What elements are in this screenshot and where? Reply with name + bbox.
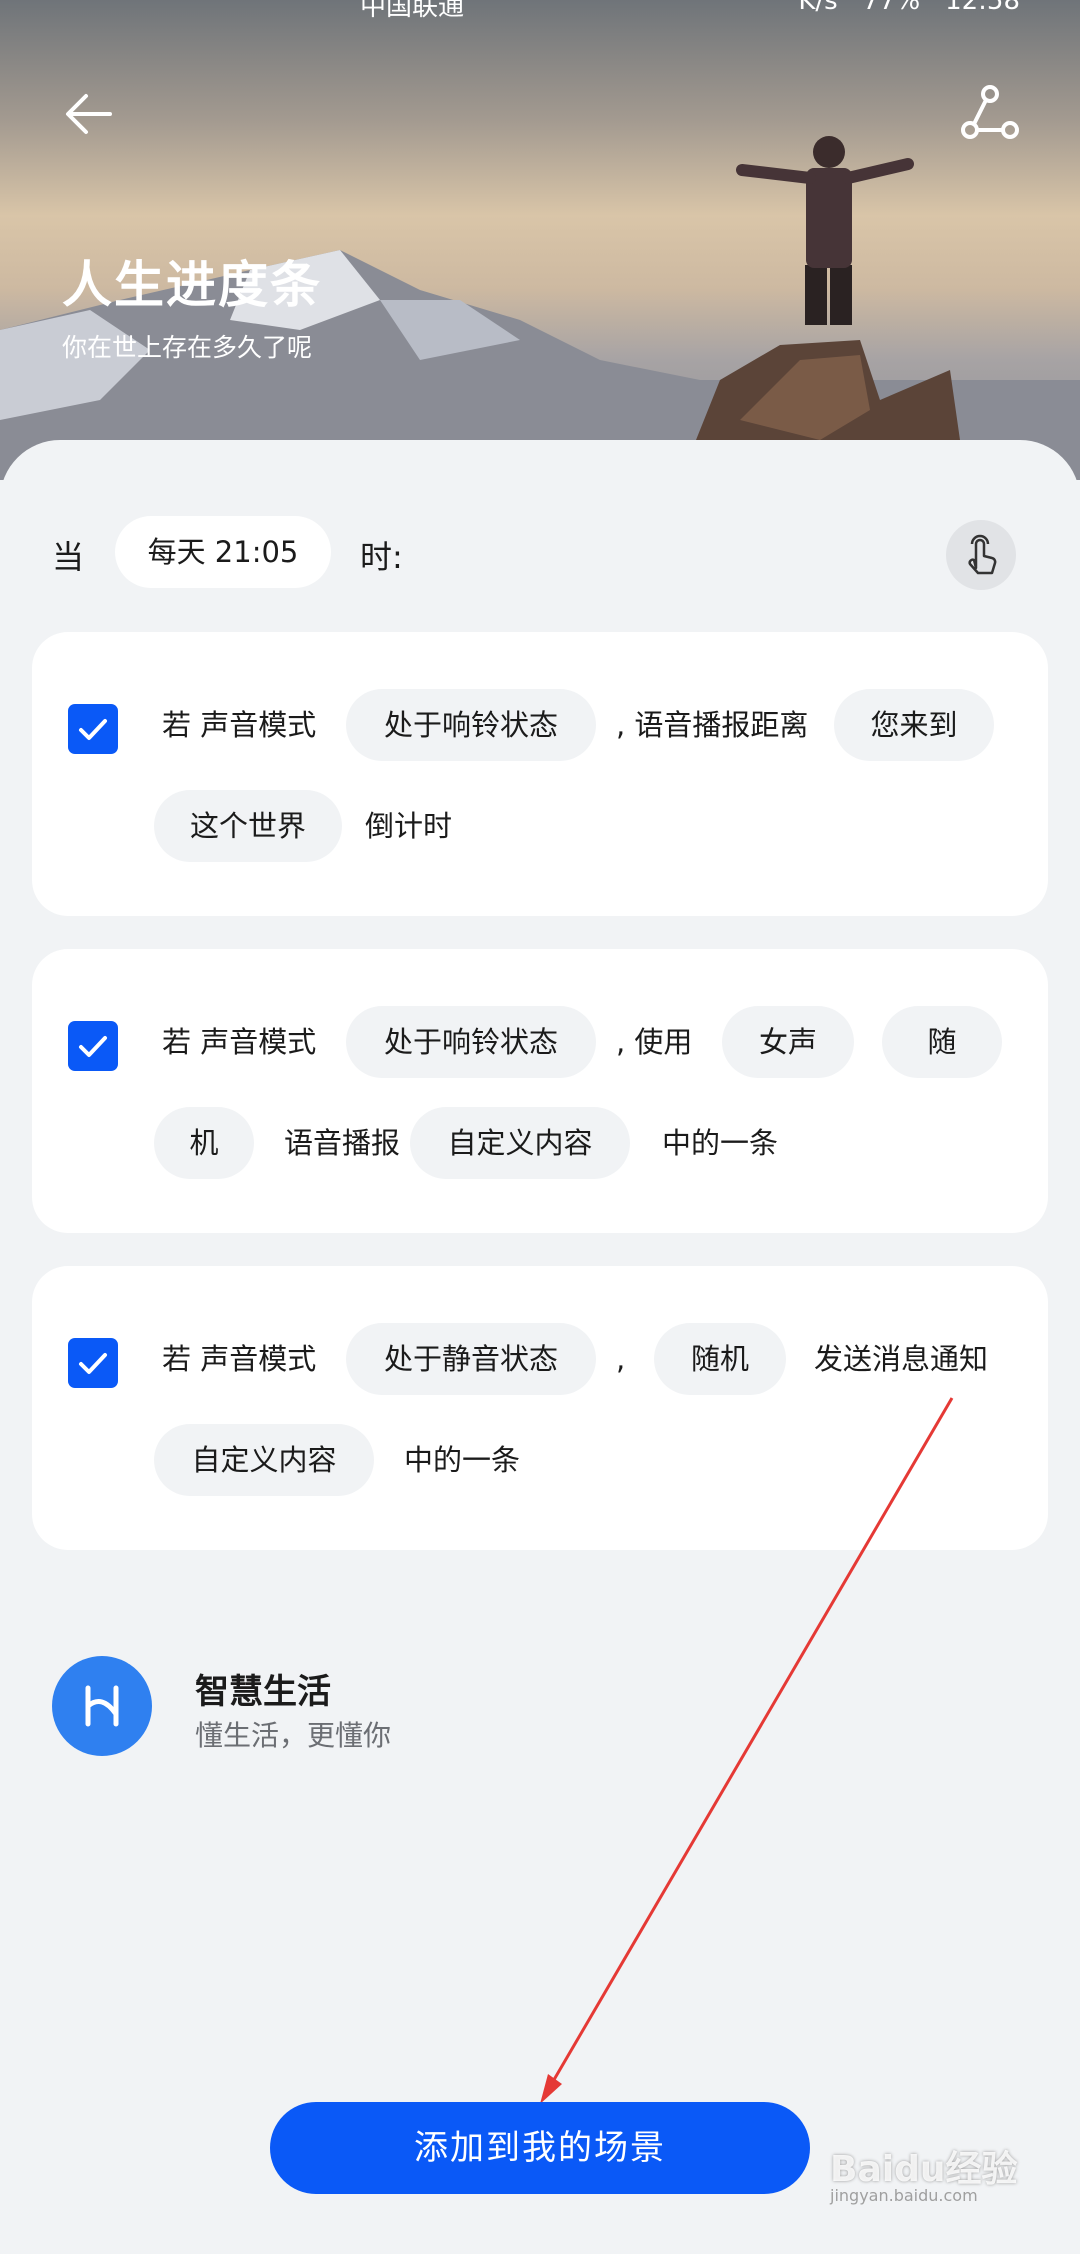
annotation-arrow bbox=[540, 1397, 954, 2104]
baidu-watermark: Baidu经验 bbox=[830, 2149, 1018, 2190]
add-to-my-scenes-button[interactable]: 添加到我的场景 bbox=[270, 2102, 810, 2194]
baidu-watermark-url: jingyan.baidu.com bbox=[830, 2186, 978, 2205]
